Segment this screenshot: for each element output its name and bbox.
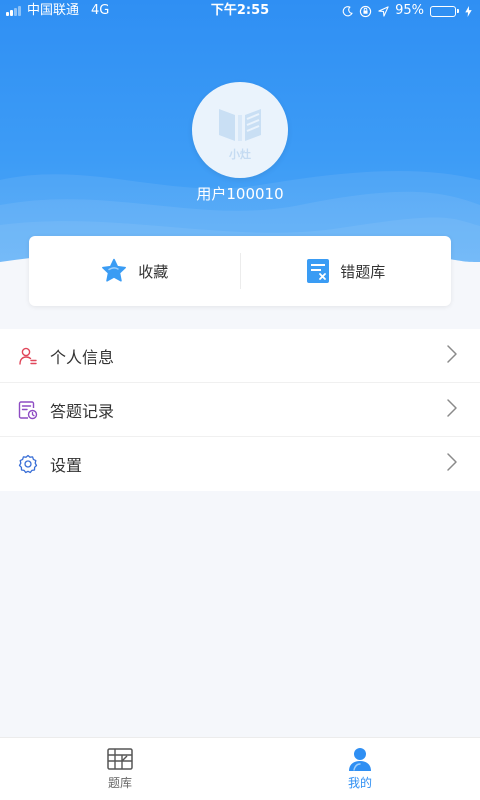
- menu-item-answer-records[interactable]: 答题记录: [0, 383, 480, 437]
- tab-label: 题库: [107, 776, 132, 790]
- bottom-tab-bar: 题库 我的: [0, 737, 480, 800]
- menu-label: 答题记录: [50, 401, 115, 421]
- profile-screen: 中国联通 4G 下午2:55 95% 小灶 用户100010 收藏 错题库 个人…: [0, 0, 480, 800]
- tab-question-bank[interactable]: 题库: [0, 738, 240, 800]
- user-icon: [347, 746, 373, 772]
- menu-label: 设置: [50, 456, 83, 475]
- username: 用户100010: [196, 185, 284, 203]
- person-info-icon: [18, 346, 38, 366]
- status-bar: 中国联通 4G 下午2:55 95%: [0, 0, 480, 22]
- menu-list: 个人信息 答题记录 设置: [0, 329, 480, 491]
- answer-record-icon: [18, 400, 38, 420]
- battery-icon: [430, 5, 459, 17]
- chevron-right-icon: [446, 344, 458, 364]
- avatar[interactable]: 小灶: [192, 82, 288, 178]
- avatar-text: 小灶: [228, 147, 251, 161]
- chevron-right-icon: [446, 398, 458, 418]
- star-icon: [100, 257, 128, 285]
- wrong-questions-button[interactable]: 错题库: [241, 236, 452, 306]
- charging-icon: [465, 5, 472, 17]
- gear-icon: [18, 454, 38, 474]
- wrong-questions-label: 错题库: [340, 262, 386, 281]
- question-bank-icon: [106, 746, 134, 772]
- location-arrow-icon: [378, 5, 389, 17]
- chevron-right-icon: [446, 452, 458, 472]
- favorites-button[interactable]: 收藏: [29, 236, 240, 306]
- quick-actions-card: 收藏 错题库: [29, 236, 451, 306]
- moon-icon: [342, 5, 353, 17]
- wrong-questions-icon: [306, 258, 330, 284]
- rotation-lock-icon: [359, 5, 372, 18]
- favorites-label: 收藏: [138, 262, 169, 281]
- menu-item-settings[interactable]: 设置: [0, 437, 480, 491]
- tab-mine[interactable]: 我的: [240, 738, 480, 800]
- menu-label: 个人信息: [50, 347, 115, 367]
- battery-percent: 95%: [395, 3, 424, 18]
- book-logo-icon: 小灶: [219, 109, 261, 161]
- tab-label: 我的: [347, 776, 372, 790]
- menu-item-personal-info[interactable]: 个人信息: [0, 329, 480, 383]
